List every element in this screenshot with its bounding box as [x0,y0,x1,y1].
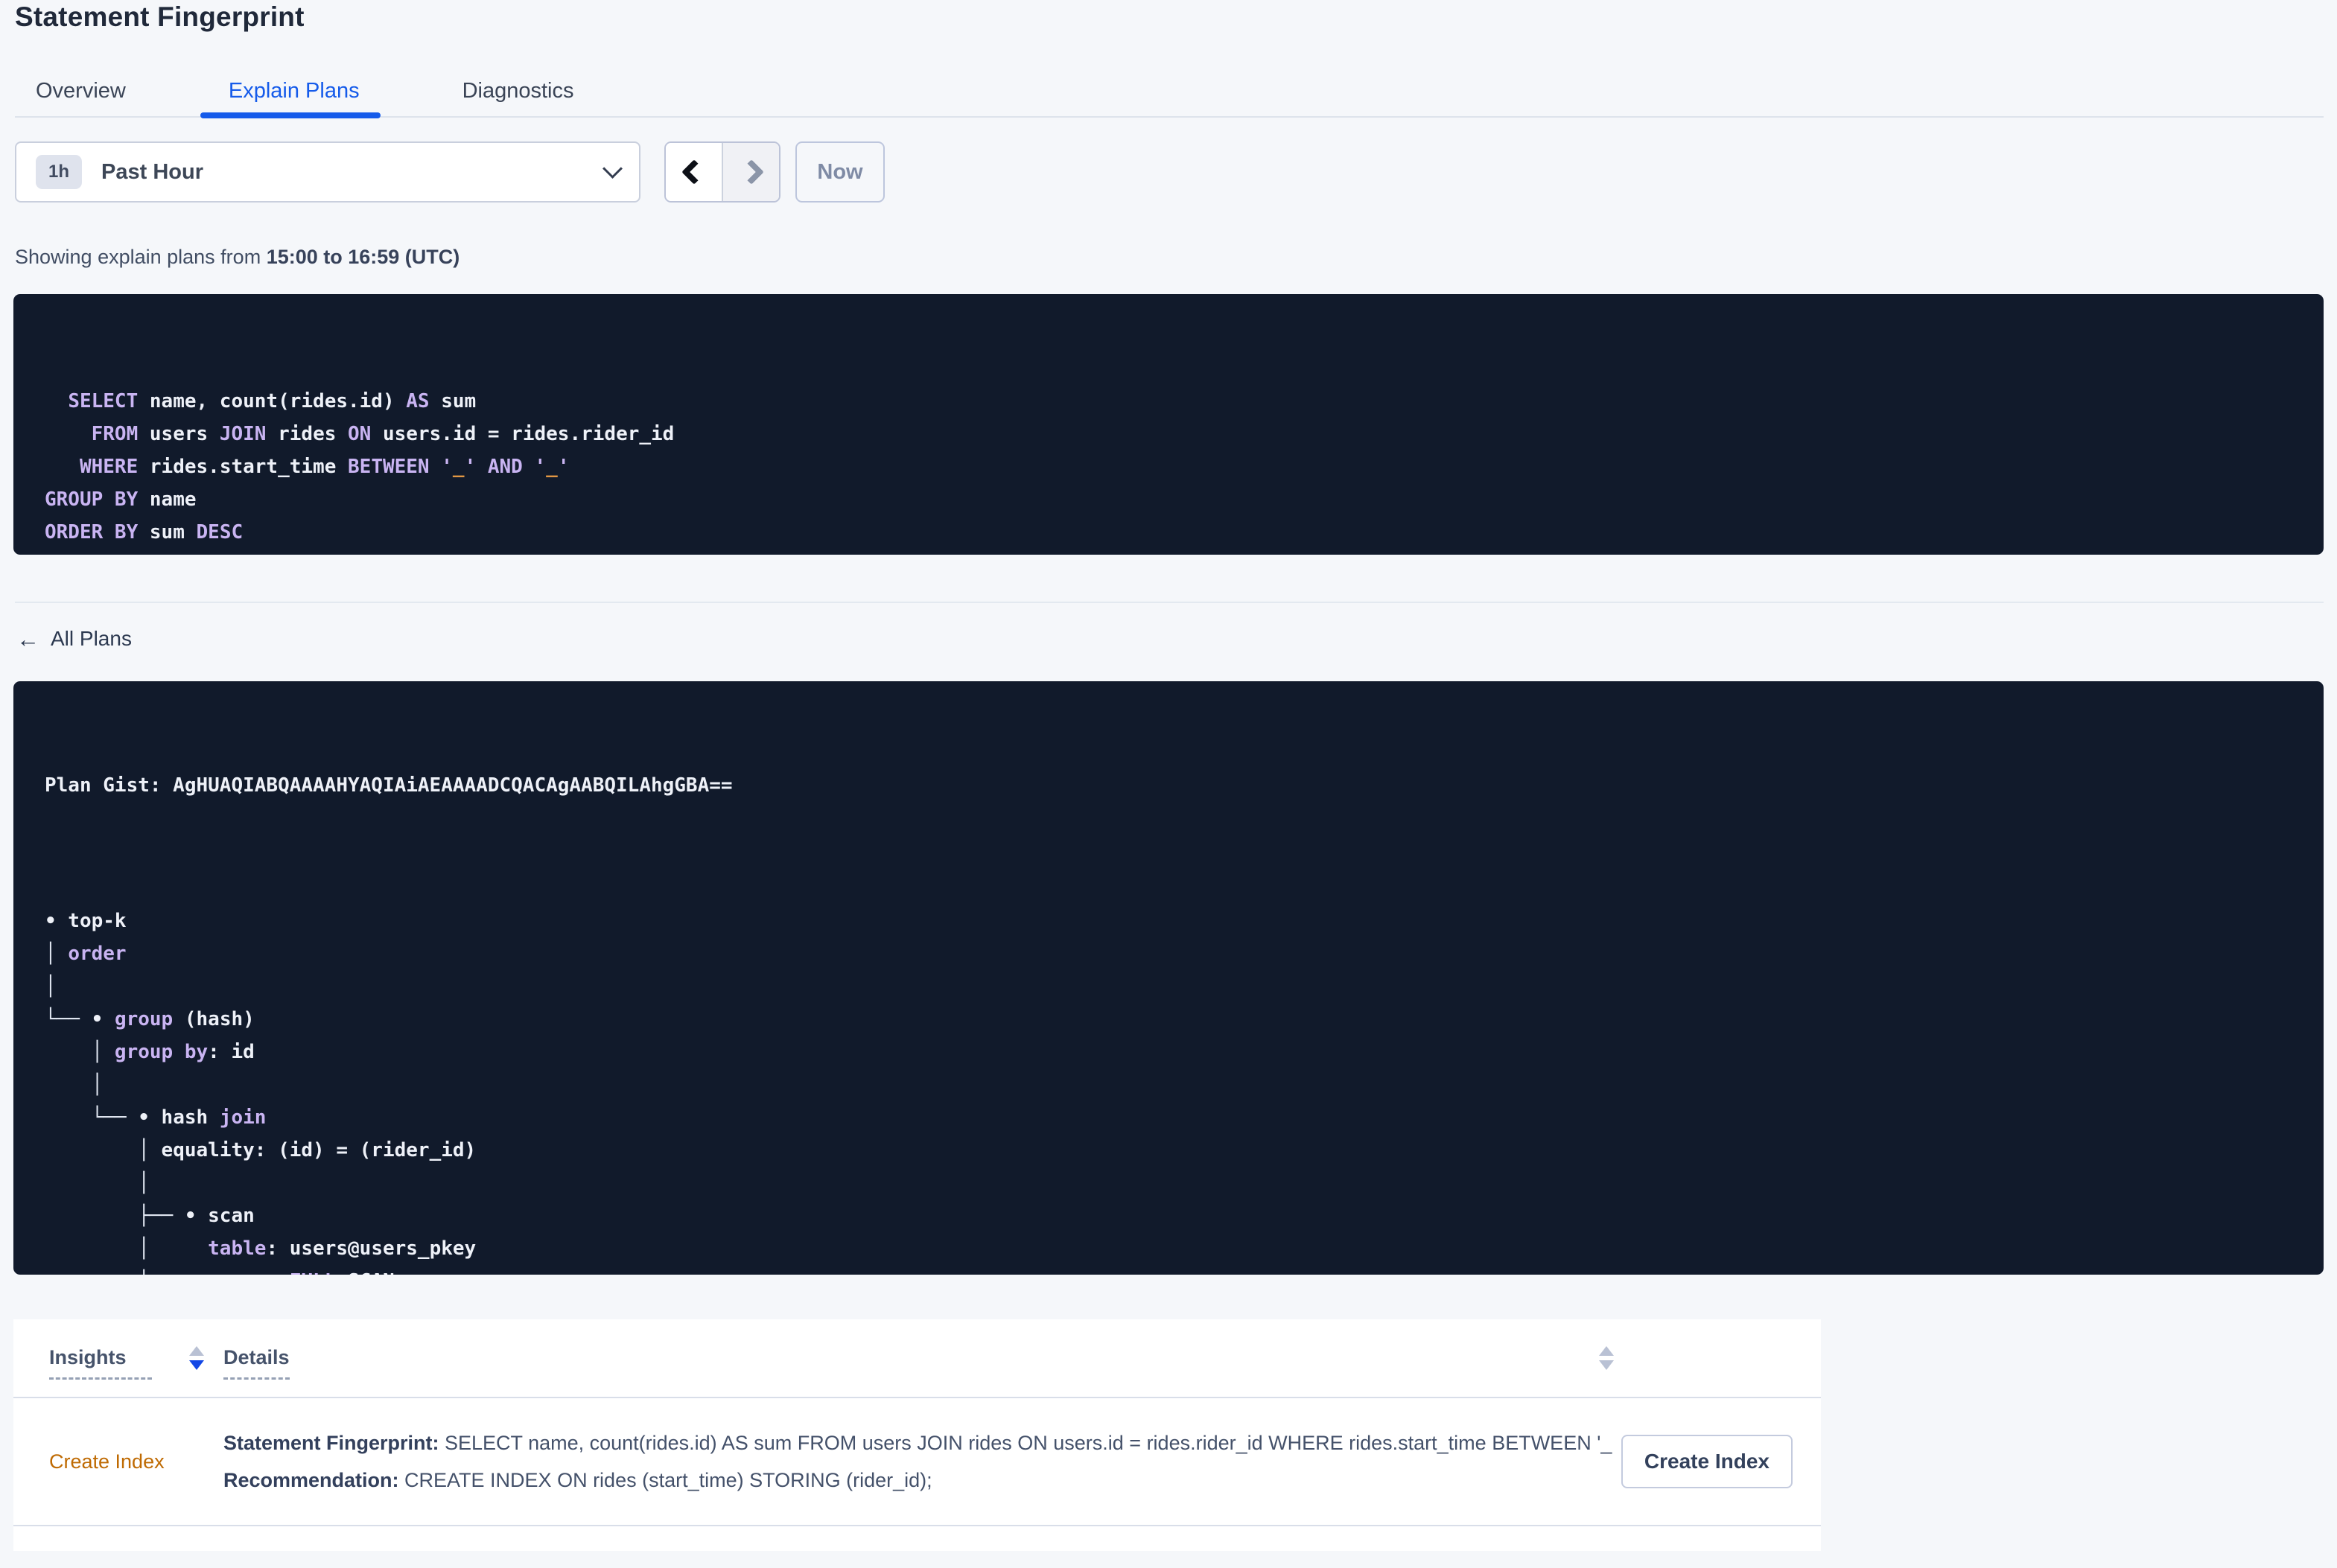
sort-down-triangle [1599,1360,1614,1370]
sort-down-triangle [188,1360,204,1370]
tab-overview[interactable]: Overview [36,66,126,116]
create-index-link[interactable]: Create Index [49,1450,165,1473]
card-bottom-spacer [13,1526,1821,1551]
sort-up-triangle [1599,1346,1614,1356]
statement-fingerprint-text: SELECT name, count(rides.id) AS sum FROM… [439,1432,1614,1454]
table-row: Create Index Statement Fingerprint: SELE… [13,1398,1821,1526]
tab-strip: Overview Explain Plans Diagnostics [15,66,2324,118]
details-line-2: Recommendation: CREATE INDEX ON rides (s… [223,1462,1614,1499]
sort-up-triangle [188,1346,204,1356]
column-header-details[interactable]: Details [223,1346,290,1380]
chevron-down-icon [602,158,623,179]
time-controls: 1h Past Hour Now [15,141,885,203]
details-cell: Statement Fingerprint: SELECT name, coun… [223,1424,1614,1499]
now-button[interactable]: Now [795,141,885,203]
insights-table-header: Insights Details [13,1319,1821,1398]
all-plans-link[interactable]: ← All Plans [16,627,132,651]
explain-plans-subtitle: Showing explain plans from 15:00 to 16:5… [15,246,460,269]
next-time-button[interactable] [723,143,779,201]
chevron-left-icon [681,159,707,185]
sort-icon-details[interactable] [1599,1346,1614,1370]
insights-card: Insights Details Create Index Statement … [13,1319,1821,1551]
time-range-label: Past Hour [101,159,203,184]
back-arrow-icon: ← [16,625,39,652]
sql-box: SELECT name, count(rides.id) AS sum FROM… [13,294,2324,555]
sort-icon-insights[interactable] [188,1346,204,1370]
recommendation-label: Recommendation: [223,1469,399,1491]
tab-explain-plans[interactable]: Explain Plans [200,66,381,118]
plan-gist-box: Plan Gist: AgHUAQIABQAAAAHYAQIAiAEAAAADC… [13,681,2324,1275]
column-header-insights[interactable]: Insights [49,1346,152,1380]
details-line-1: Statement Fingerprint: SELECT name, coun… [223,1424,1614,1462]
plan-gist-line: Plan Gist: AgHUAQIABQAAAAHYAQIAiAEAAAADC… [45,774,733,797]
statement-fingerprint-label: Statement Fingerprint: [223,1432,439,1454]
all-plans-label: All Plans [51,627,132,650]
tab-diagnostics[interactable]: Diagnostics [462,66,574,116]
subtitle-range: 15:00 to 16:59 (UTC) [266,246,460,268]
plan-tree: • top-k │ order │ └── • group (hash) │ grou… [45,910,477,1275]
subtitle-prefix: Showing explain plans from [15,246,267,268]
chevron-right-icon [738,159,764,185]
section-divider [15,602,2324,603]
create-index-button[interactable]: Create Index [1621,1435,1793,1488]
time-range-badge: 1h [36,155,83,189]
page-title: Statement Fingerprint [15,1,305,32]
sql-code: SELECT name, count(rides.id) AS sum FROM… [45,390,675,555]
prev-time-button[interactable] [666,143,723,201]
recommendation-text: CREATE INDEX ON rides (start_time) STORI… [398,1469,932,1491]
time-arrow-group [664,141,780,203]
time-range-dropdown[interactable]: 1h Past Hour [15,141,640,203]
